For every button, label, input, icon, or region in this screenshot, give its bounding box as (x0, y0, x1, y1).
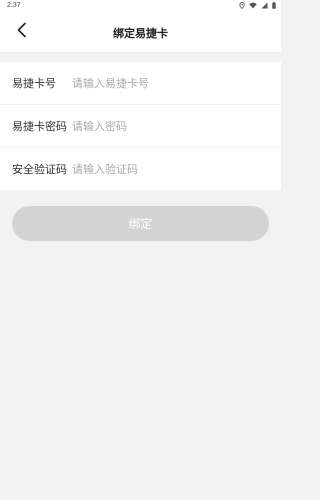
signal-icon (261, 2, 268, 9)
verification-code-input[interactable] (72, 162, 281, 176)
status-icons (239, 2, 276, 9)
card-number-label: 易捷卡号 (12, 77, 56, 90)
status-bar: 2:37 (0, 0, 281, 12)
bind-card-form: 易捷卡号 易捷卡密码 安全验证码 (0, 62, 281, 190)
card-password-row: 易捷卡密码 (0, 105, 281, 148)
location-icon (239, 2, 245, 9)
card-number-input[interactable] (72, 76, 281, 90)
verification-code-label: 安全验证码 (12, 163, 67, 176)
battery-icon (272, 2, 276, 9)
card-password-label: 易捷卡密码 (12, 120, 67, 133)
wifi-icon (249, 2, 257, 9)
nav-bar: 绑定易捷卡 (0, 12, 281, 53)
verification-code-row: 安全验证码 (0, 148, 281, 190)
bind-button[interactable]: 绑定 (12, 206, 269, 241)
card-password-input[interactable] (72, 119, 281, 133)
card-number-row: 易捷卡号 (0, 62, 281, 105)
status-time: 2:37 (7, 2, 21, 9)
page-title: 绑定易捷卡 (113, 27, 168, 40)
